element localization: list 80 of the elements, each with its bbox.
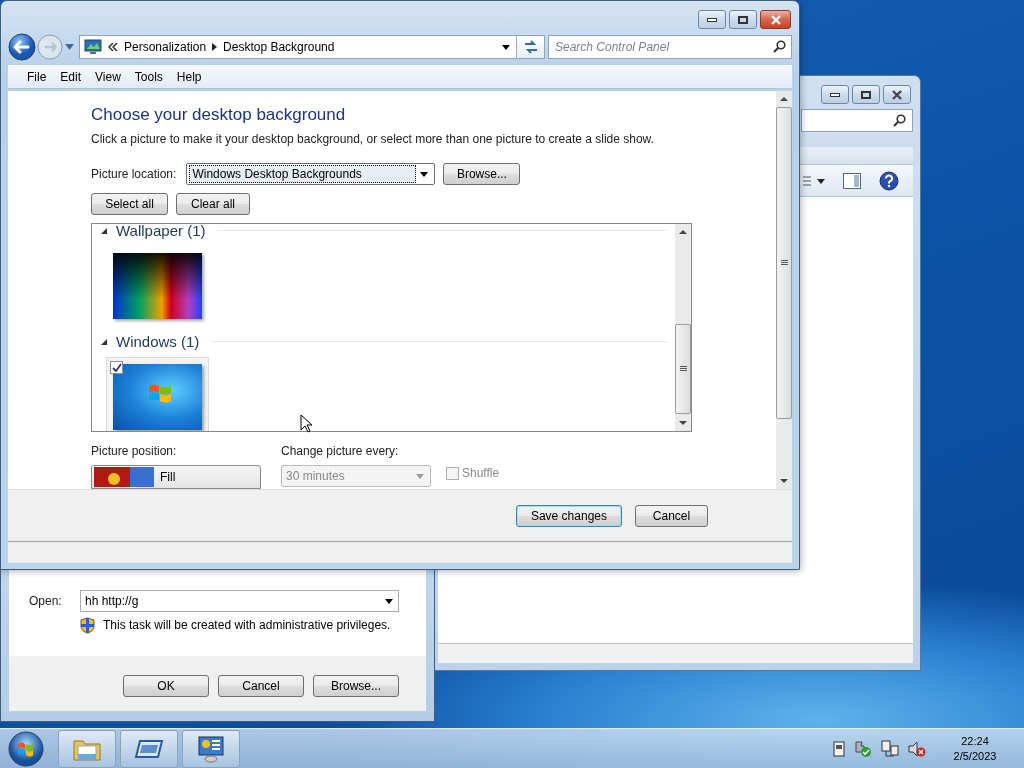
open-field[interactable]: hh http://g (80, 590, 399, 612)
field-label: Picture position: (91, 443, 178, 459)
close-button[interactable] (883, 85, 911, 104)
browse-button[interactable]: Browse... (443, 163, 521, 185)
grip-icon (679, 366, 687, 372)
refresh-button[interactable] (516, 36, 544, 58)
menu-item[interactable]: Tools (127, 69, 170, 84)
scrollbar-thumb[interactable] (776, 107, 792, 419)
search-icon (773, 40, 786, 53)
search-field[interactable] (801, 109, 913, 132)
taskbar-button[interactable] (120, 729, 178, 768)
dropdown-caret-icon (420, 171, 429, 177)
flower-preview-icon (94, 467, 154, 487)
maximize-button[interactable] (729, 10, 757, 29)
dialog-button[interactable]: Save changes (515, 505, 622, 527)
minimize-icon (830, 92, 840, 97)
history-caret-icon (65, 44, 74, 50)
view-options-icon (803, 174, 825, 187)
back-button[interactable] (8, 33, 36, 61)
maximize-button[interactable] (852, 85, 880, 104)
picture-location-dropdown[interactable]: Windows Desktop Backgrounds (186, 163, 436, 185)
group-title: Windows (1) (116, 333, 200, 350)
minimize-icon (707, 17, 717, 22)
address-dropdown-icon (502, 44, 510, 50)
minimize-button[interactable] (821, 85, 849, 104)
collapse-triangle-icon[interactable] (100, 226, 108, 235)
dialog-button[interactable]: Cancel (635, 505, 708, 527)
checkbox[interactable] (110, 361, 123, 374)
device-icon (833, 740, 845, 757)
picture-position-dropdown[interactable]: Fill (91, 465, 261, 489)
mouse-pointer-icon (300, 414, 312, 433)
help-icon (879, 170, 899, 191)
maximize-icon (738, 15, 748, 24)
address-bar[interactable]: Personalization Desktop Background (79, 35, 545, 59)
volume-muted-icon (908, 739, 926, 758)
minimize-button[interactable] (698, 10, 726, 29)
menu-item[interactable]: Edit (53, 69, 89, 84)
control-panel-icon (84, 39, 102, 55)
dropdown-caret-icon (385, 599, 393, 604)
breadcrumb-item[interactable]: Desktop Background (223, 40, 335, 54)
preview-pane-icon (843, 172, 861, 189)
group-title: Wallpaper (1) (116, 224, 206, 239)
control-panel-icon (197, 734, 225, 763)
collapse-triangle-icon[interactable] (100, 337, 108, 346)
close-icon (769, 14, 782, 25)
clear-all-button[interactable]: Clear all (176, 193, 250, 215)
window-icon (134, 738, 164, 759)
grip-icon (780, 260, 788, 266)
field-label: Picture location: (91, 166, 177, 182)
search-icon (893, 114, 906, 127)
dialog-button[interactable]: Cancel (218, 675, 304, 697)
taskbar-button[interactable] (182, 729, 240, 768)
flag-logo-icon (147, 382, 173, 404)
page-heading: Choose your desktop background (91, 105, 347, 125)
menu-item[interactable]: Help (169, 69, 209, 84)
breadcrumb-arrow-icon (212, 43, 218, 51)
close-button[interactable] (760, 10, 791, 29)
dropdown-caret-icon (416, 473, 424, 479)
close-icon (891, 89, 903, 100)
chevron-icon (108, 43, 118, 51)
privilege-note: This task will be created with administrative privileges. (103, 618, 391, 632)
shield-icon (80, 616, 95, 634)
select-all-button[interactable]: Select all (91, 193, 168, 215)
network-icon (881, 739, 899, 758)
clock-time: 22:24 (961, 733, 989, 749)
dialog-button[interactable]: OK (123, 675, 209, 697)
breadcrumb-item[interactable]: Personalization (124, 40, 207, 54)
clock-date: 2/5/2023 (953, 748, 997, 764)
dialog-button[interactable]: Browse... (313, 675, 399, 697)
field-label: Open: (29, 594, 63, 608)
page-description: Click a picture to make it your desktop background, or select more than one picture to create a slide show. (91, 131, 655, 147)
scrollbar-thumb[interactable] (675, 324, 691, 414)
maximize-icon (861, 90, 871, 99)
search-field[interactable]: Search Control Panel (548, 35, 792, 59)
field-label: Change picture every: (281, 443, 400, 459)
refresh-icon (522, 40, 539, 54)
menu-item[interactable]: File (20, 69, 54, 84)
security-check-icon (854, 739, 872, 758)
wallpaper-thumbnail[interactable] (106, 357, 209, 431)
menu-item[interactable]: View (88, 69, 128, 84)
